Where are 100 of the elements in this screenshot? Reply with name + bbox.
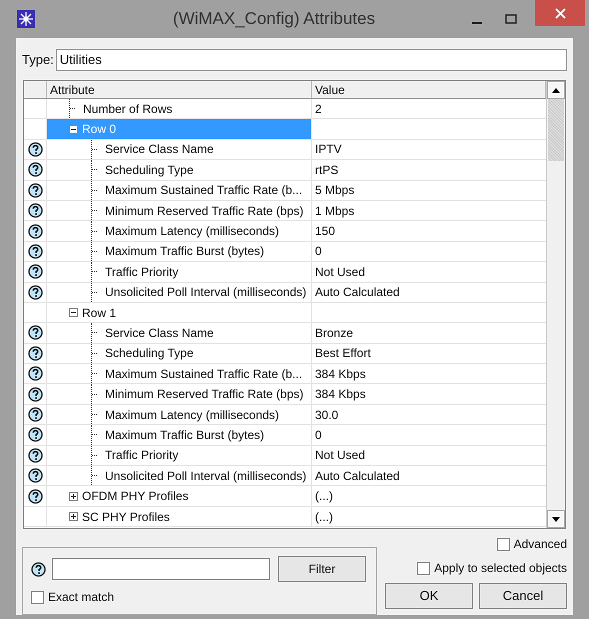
close-button[interactable] <box>535 0 585 26</box>
attribute-name: Maximum Sustained Traffic Rate (b... <box>105 366 302 383</box>
help-icon <box>28 366 42 382</box>
attribute-value: Auto Calculated <box>315 468 400 485</box>
help-icon <box>28 325 42 340</box>
advanced-label: Advanced <box>514 536 567 553</box>
attribute-row[interactable]: SC PHY Profiles <box>47 506 170 526</box>
attribute-name: Number of Rows <box>83 100 172 118</box>
attribute-value: Bronze <box>315 324 354 342</box>
dialog-button[interactable]: OK <box>385 583 473 609</box>
app-icon <box>17 10 35 28</box>
attribute-value: (...) <box>315 488 333 506</box>
help-icon <box>28 346 42 361</box>
attribute-row[interactable]: Maximum Sustained Traffic Rate (b... <box>47 180 302 200</box>
attribute-name: Unsolicited Poll Interval (milliseconds) <box>105 468 306 485</box>
attribute-row[interactable]: Service Class Name <box>47 140 214 160</box>
attribute-row[interactable]: Maximum Latency (milliseconds) <box>47 404 280 424</box>
attribute-name: Scheduling Type <box>105 162 194 179</box>
attribute-row[interactable]: Maximum Traffic Burst (bytes) <box>47 242 264 262</box>
scrollbar-thumb[interactable] <box>548 99 564 161</box>
attribute-name: Service Class Name <box>105 141 214 158</box>
expand-icon[interactable] <box>69 512 78 521</box>
attribute-value: 384 Kbps <box>315 366 366 383</box>
type-label: Type: <box>22 51 54 70</box>
filter-button[interactable]: Filter <box>278 556 366 582</box>
attribute-value: Not Used <box>315 264 366 281</box>
attribute-value: 384 Kbps <box>315 386 366 404</box>
help-icon <box>28 488 42 504</box>
attribute-name: Service Class Name <box>105 324 214 342</box>
collapse-icon[interactable] <box>69 308 78 318</box>
help-icon <box>28 203 42 218</box>
help-icon <box>28 386 42 402</box>
help-icon <box>28 407 42 422</box>
close-icon <box>554 8 566 18</box>
attribute-value: rtPS <box>315 162 338 179</box>
attribute-value: Auto Calculated <box>315 284 400 302</box>
attribute-row[interactable]: Minimum Reserved Traffic Rate (bps) <box>47 384 304 404</box>
attribute-row[interactable]: Traffic Priority <box>47 446 178 466</box>
attribute-value: IPTV <box>315 141 342 158</box>
filter-field[interactable] <box>52 558 270 580</box>
attribute-name: Traffic Priority <box>105 264 178 281</box>
attribute-row[interactable]: Service Class Name <box>47 323 214 343</box>
attribute-name: Scheduling Type <box>105 345 194 362</box>
attribute-name: Maximum Traffic Burst (bytes) <box>105 426 264 444</box>
attribute-value: 0 <box>315 243 322 260</box>
collapse-icon[interactable] <box>69 124 78 134</box>
attribute-value: Not Used <box>315 447 366 464</box>
help-icon <box>28 182 42 198</box>
checkbox[interactable] <box>417 562 430 574</box>
apply-selected-label: Apply to selected objects <box>434 560 567 577</box>
help-icon <box>28 244 42 259</box>
attribute-name: Maximum Sustained Traffic Rate (b... <box>105 182 302 200</box>
help-icon <box>28 284 42 300</box>
attribute-row[interactable]: Row 1 <box>47 302 116 322</box>
attribute-row[interactable]: Scheduling Type <box>47 160 194 180</box>
help-icon <box>28 224 42 239</box>
column-header[interactable]: Attribute <box>47 81 312 98</box>
checkbox[interactable] <box>31 590 44 604</box>
scroll-up-icon <box>552 88 560 92</box>
type-field[interactable]: Utilities <box>56 49 567 71</box>
attribute-value: 150 <box>315 223 336 240</box>
attribute-value: 0 <box>315 426 322 444</box>
help-icon <box>31 562 46 576</box>
attribute-row[interactable]: Unsolicited Poll Interval (milliseconds) <box>47 282 306 302</box>
attribute-name: Maximum Latency (milliseconds) <box>105 406 280 424</box>
attribute-name: SC PHY Profiles <box>82 508 170 526</box>
help-icon <box>28 427 42 442</box>
help-icon <box>28 468 42 484</box>
attribute-value: (...) <box>315 508 333 526</box>
maximize-icon <box>505 14 517 24</box>
scroll-down-icon <box>552 516 560 522</box>
attribute-row[interactable]: OFDM PHY Profiles <box>47 486 188 506</box>
attribute-name: Traffic Priority <box>105 447 178 464</box>
window-title: (WiMAX_Config) Attributes <box>172 8 376 30</box>
attribute-name: Minimum Reserved Traffic Rate (bps) <box>105 202 304 220</box>
attribute-value: 1 Mbps <box>315 202 354 220</box>
scrollbar[interactable] <box>546 81 565 528</box>
attribute-row[interactable]: Maximum Traffic Burst (bytes) <box>47 425 264 445</box>
attribute-name: Maximum Traffic Burst (bytes) <box>105 243 264 260</box>
checkbox[interactable] <box>496 538 510 550</box>
attribute-row[interactable]: Traffic Priority <box>47 262 178 282</box>
attribute-name: Maximum Latency (milliseconds) <box>105 223 280 240</box>
attribute-row[interactable]: Maximum Sustained Traffic Rate (b... <box>47 364 302 384</box>
attribute-row[interactable]: Maximum Latency (milliseconds) <box>47 221 280 241</box>
minimize-icon <box>472 22 482 24</box>
attribute-name: Row 0 <box>82 121 116 138</box>
attribute-row[interactable]: Number of Rows <box>47 99 172 118</box>
dialog-button[interactable]: Cancel <box>479 583 567 609</box>
attribute-row[interactable]: Unsolicited Poll Interval (milliseconds) <box>47 466 306 486</box>
attribute-row[interactable]: Minimum Reserved Traffic Rate (bps) <box>47 200 304 220</box>
help-icon <box>28 162 42 178</box>
attribute-name: Row 1 <box>82 304 116 322</box>
exact-match-label: Exact match <box>48 589 114 606</box>
expand-icon[interactable] <box>69 492 78 501</box>
attribute-value: Best Effort <box>315 345 371 362</box>
attribute-value: 2 <box>315 100 322 118</box>
attribute-row[interactable]: Scheduling Type <box>47 344 194 364</box>
attribute-value: 30.0 <box>315 406 338 424</box>
attribute-value: 5 Mbps <box>315 182 354 200</box>
help-icon <box>28 142 42 157</box>
